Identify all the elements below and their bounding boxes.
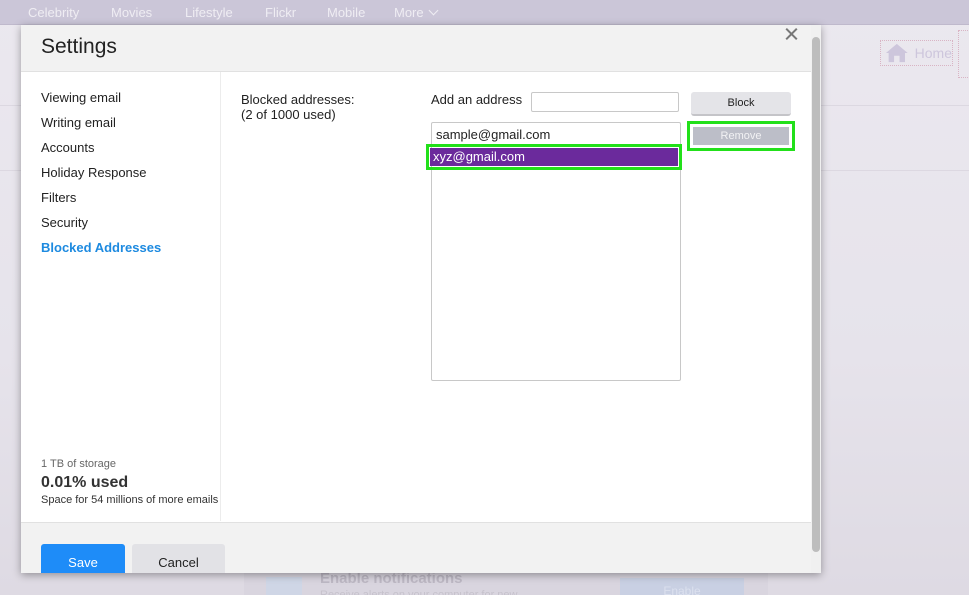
nav-lifestyle[interactable]: Lifestyle [185,5,233,20]
cancel-button[interactable]: Cancel [132,544,225,573]
nav-celebrity[interactable]: Celebrity [28,5,79,20]
add-address-label: Add an address [431,92,523,107]
home-icon [885,43,908,63]
storage-space: Space for 54 millions of more emails [41,494,219,506]
add-address-input[interactable] [531,92,679,112]
sidebar-item-filters[interactable]: Filters [41,190,76,205]
sidebar-item-viewing-email[interactable]: Viewing email [41,90,121,105]
nav-more-label: More [394,5,424,20]
nav-mobile[interactable]: Mobile [327,5,365,20]
notification-banner: Enable notifications Receive alerts on y… [244,573,768,595]
settings-dialog: Settings Viewing email Writing email Acc… [21,25,821,573]
cancel-label: Cancel [158,555,199,570]
sidebar-item-accounts[interactable]: Accounts [41,140,94,155]
storage-used: 0.01% used [41,474,129,491]
nav-flickr[interactable]: Flickr [265,5,296,20]
home-label: Home [914,45,952,61]
mail-icon [266,577,302,595]
notification-title: Enable notifications [320,573,463,587]
notification-subtitle: Receive alerts on your computer for new [320,589,518,595]
save-button[interactable]: Save [41,544,125,573]
block-button[interactable]: Block [691,92,791,116]
enable-notifications-button[interactable]: Enable [620,578,744,595]
list-item-selected[interactable]: xyz@gmail.com [430,148,678,166]
dialog-footer: Save Cancel [21,522,811,573]
remove-button[interactable]: Remove [693,127,789,145]
list-item[interactable]: sample@gmail.com [436,127,550,142]
selected-item-highlight: xyz@gmail.com [426,144,682,170]
blocked-addresses-label: Blocked addresses: (2 of 1000 used) [241,92,354,122]
scrollbar[interactable] [811,25,821,573]
sidebar-item-blocked-addresses[interactable]: Blocked Addresses [41,240,161,255]
settings-sidebar: Viewing email Writing email Accounts Hol… [21,72,221,521]
sidebar-item-holiday-response[interactable]: Holiday Response [41,165,147,180]
storage-capacity: 1 TB of storage [41,458,117,470]
dialog-title: Settings [41,35,117,58]
chevron-down-icon [428,5,439,16]
nav-more[interactable]: More [394,5,439,20]
save-label: Save [68,555,98,570]
top-navigation: Celebrity Movies Lifestyle Flickr Mobile… [0,0,969,25]
home-button[interactable]: Home [880,40,953,66]
close-icon[interactable] [782,25,800,43]
blocked-addresses-count: (2 of 1000 used) [241,107,336,122]
scrollbar-thumb[interactable] [812,37,820,552]
remove-button-highlight: Remove [687,121,795,151]
nav-movies[interactable]: Movies [111,5,152,20]
blocked-addresses-title: Blocked addresses: [241,92,355,107]
dialog-header: Settings [21,25,811,72]
blocked-addresses-panel: Blocked addresses: (2 of 1000 used) Add … [221,72,811,521]
background-panel [958,30,969,78]
sidebar-item-writing-email[interactable]: Writing email [41,115,116,130]
sidebar-item-security[interactable]: Security [41,215,88,230]
